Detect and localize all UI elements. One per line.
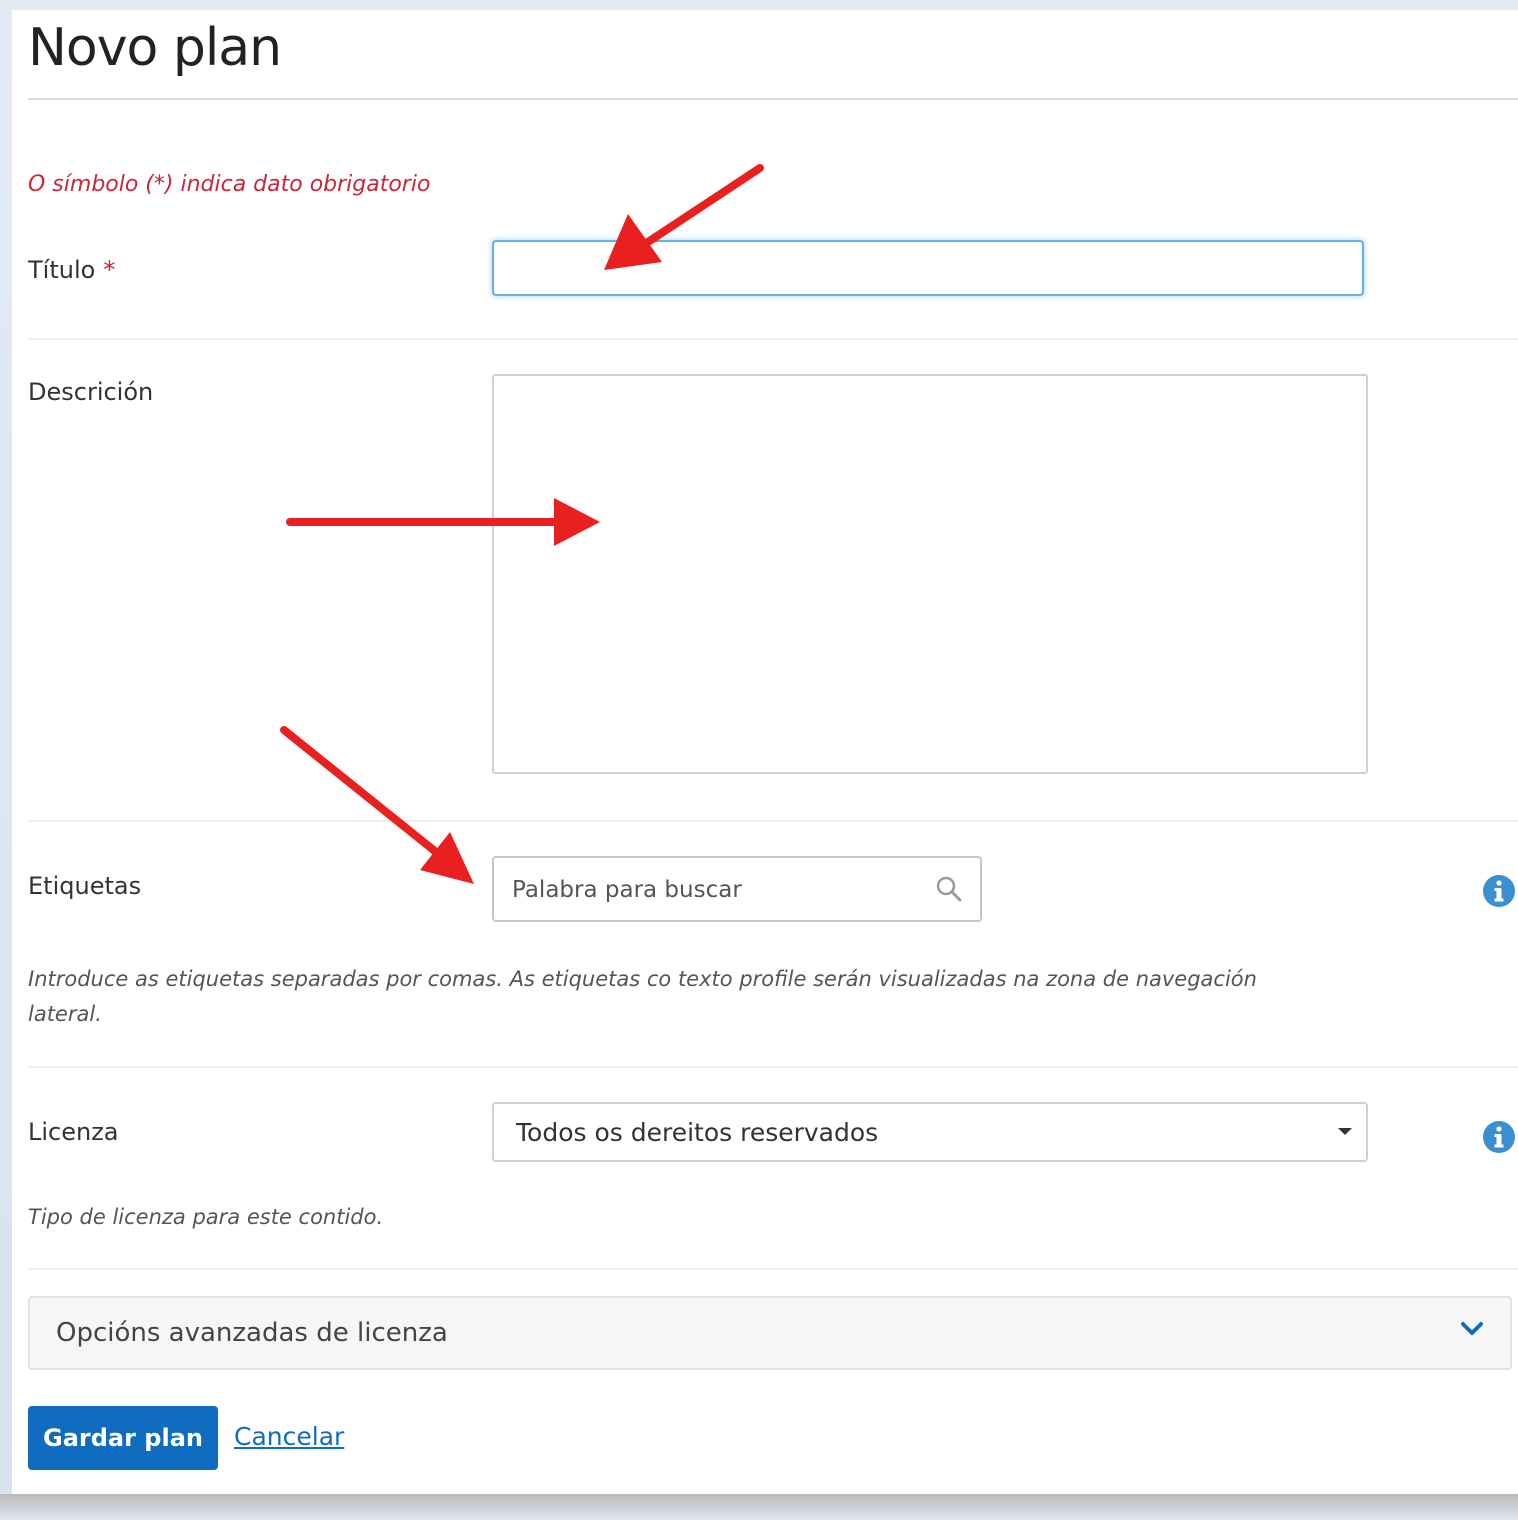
tags-search-input[interactable] — [510, 870, 924, 910]
license-label: Licenza — [28, 1118, 119, 1146]
row-divider — [28, 338, 1518, 340]
row-divider — [28, 1268, 1518, 1270]
tags-help-text: Introduce as etiquetas separadas por com… — [28, 962, 1328, 1032]
description-label: Descrición — [28, 378, 154, 406]
title-divider — [28, 98, 1518, 100]
row-divider — [28, 820, 1518, 822]
tags-search-box[interactable] — [492, 856, 982, 922]
license-selected-value: Todos os dereitos reservados — [516, 1118, 879, 1147]
license-select[interactable]: Todos os dereitos reservados — [492, 1102, 1368, 1162]
advanced-license-label: Opcións avanzadas de licenza — [56, 1318, 448, 1348]
page-title: Novo plan — [28, 18, 282, 78]
license-help-text: Tipo de licenza para este contido. — [28, 1205, 384, 1229]
cancel-link[interactable]: Cancelar — [234, 1422, 344, 1451]
save-plan-button[interactable]: Gardar plan — [28, 1406, 218, 1470]
row-divider — [28, 1066, 1518, 1068]
title-input[interactable] — [492, 240, 1364, 296]
chevron-down-icon[interactable] — [1460, 1318, 1484, 1338]
caret-down-icon — [1338, 1128, 1352, 1135]
description-textarea[interactable] — [492, 374, 1368, 774]
tags-help-line: Introduce as etiquetas separadas por com… — [28, 967, 1257, 991]
tags-help-line: lateral. — [28, 1002, 102, 1026]
page-container: Novo plan O símbolo (*) indica dato obri… — [12, 10, 1518, 1494]
required-star-icon: * — [103, 256, 116, 284]
title-label: Título * — [28, 256, 115, 284]
required-note: O símbolo (*) indica dato obrigatorio — [28, 172, 431, 197]
title-label-text: Título — [28, 256, 96, 284]
info-icon[interactable] — [1482, 1120, 1516, 1154]
screenshot-bottom-edge — [0, 1494, 1518, 1520]
search-icon[interactable] — [934, 874, 964, 904]
info-icon[interactable] — [1482, 874, 1516, 908]
advanced-license-panel[interactable]: Opcións avanzadas de licenza — [28, 1296, 1512, 1370]
tags-label: Etiquetas — [28, 872, 142, 900]
